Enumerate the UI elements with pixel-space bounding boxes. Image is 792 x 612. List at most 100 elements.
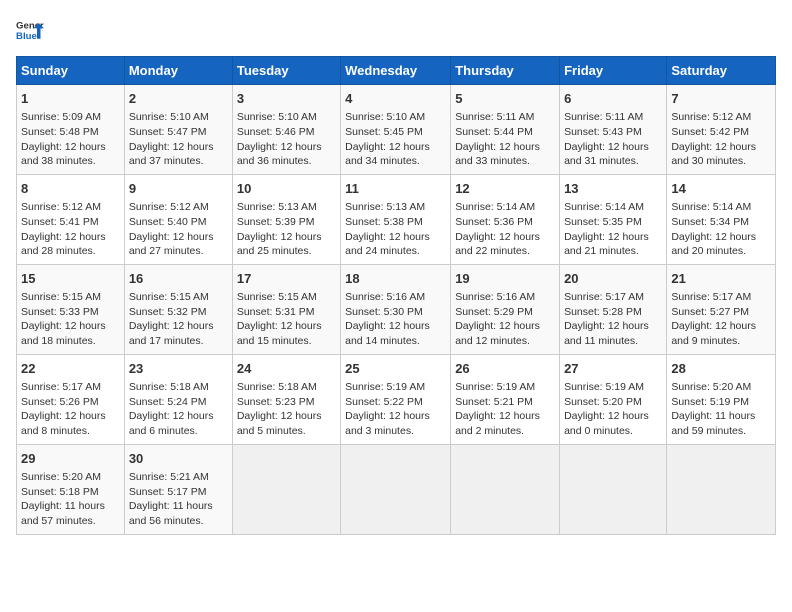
day-info: Sunrise: 5:12 AM Sunset: 5:41 PM Dayligh…	[21, 200, 120, 259]
day-number: 23	[129, 360, 228, 378]
logo: General Blue	[16, 16, 44, 44]
day-number: 10	[237, 180, 336, 198]
week-row-1: 1 Sunrise: 5:09 AM Sunset: 5:48 PM Daylig…	[17, 85, 776, 175]
weekday-header-monday: Monday	[124, 57, 232, 85]
day-info: Sunrise: 5:10 AM Sunset: 5:47 PM Dayligh…	[129, 110, 228, 169]
calendar-cell	[232, 444, 340, 534]
calendar-cell: 1 Sunrise: 5:09 AM Sunset: 5:48 PM Daylig…	[17, 85, 125, 175]
day-number: 13	[564, 180, 662, 198]
day-number: 27	[564, 360, 662, 378]
day-info: Sunrise: 5:17 AM Sunset: 5:26 PM Dayligh…	[21, 380, 120, 439]
day-info: Sunrise: 5:12 AM Sunset: 5:40 PM Dayligh…	[129, 200, 228, 259]
calendar-cell: 17 Sunrise: 5:15 AM Sunset: 5:31 PM Dayli…	[232, 264, 340, 354]
calendar-cell: 24 Sunrise: 5:18 AM Sunset: 5:23 PM Dayli…	[232, 354, 340, 444]
calendar-cell: 22 Sunrise: 5:17 AM Sunset: 5:26 PM Dayli…	[17, 354, 125, 444]
day-info: Sunrise: 5:19 AM Sunset: 5:21 PM Dayligh…	[455, 380, 555, 439]
day-number: 14	[671, 180, 771, 198]
calendar-cell: 19 Sunrise: 5:16 AM Sunset: 5:29 PM Dayli…	[451, 264, 560, 354]
day-info: Sunrise: 5:17 AM Sunset: 5:28 PM Dayligh…	[564, 290, 662, 349]
day-number: 6	[564, 90, 662, 108]
week-row-4: 22 Sunrise: 5:17 AM Sunset: 5:26 PM Dayli…	[17, 354, 776, 444]
weekday-header-tuesday: Tuesday	[232, 57, 340, 85]
week-row-5: 29Sunrise: 5:20 AM Sunset: 5:18 PM Dayli…	[17, 444, 776, 534]
calendar-cell: 20 Sunrise: 5:17 AM Sunset: 5:28 PM Dayli…	[560, 264, 667, 354]
day-info: Sunrise: 5:15 AM Sunset: 5:33 PM Dayligh…	[21, 290, 120, 349]
calendar-cell	[341, 444, 451, 534]
weekday-header-wednesday: Wednesday	[341, 57, 451, 85]
calendar-cell: 7 Sunrise: 5:12 AM Sunset: 5:42 PM Daylig…	[667, 85, 776, 175]
day-number: 28	[671, 360, 771, 378]
day-info: Sunrise: 5:12 AM Sunset: 5:42 PM Dayligh…	[671, 110, 771, 169]
day-number: 1	[21, 90, 120, 108]
day-info: Sunrise: 5:09 AM Sunset: 5:48 PM Dayligh…	[21, 110, 120, 169]
day-number: 16	[129, 270, 228, 288]
weekday-header-sunday: Sunday	[17, 57, 125, 85]
day-info: Sunrise: 5:19 AM Sunset: 5:20 PM Dayligh…	[564, 380, 662, 439]
day-info: Sunrise: 5:11 AM Sunset: 5:43 PM Dayligh…	[564, 110, 662, 169]
calendar-cell: 10 Sunrise: 5:13 AM Sunset: 5:39 PM Dayli…	[232, 174, 340, 264]
day-info: Sunrise: 5:14 AM Sunset: 5:36 PM Dayligh…	[455, 200, 555, 259]
page-header: General Blue	[16, 16, 776, 44]
calendar-cell: 9Sunrise: 5:12 AM Sunset: 5:40 PM Daylig…	[124, 174, 232, 264]
calendar-cell	[451, 444, 560, 534]
day-info: Sunrise: 5:10 AM Sunset: 5:46 PM Dayligh…	[237, 110, 336, 169]
calendar-cell: 15 Sunrise: 5:15 AM Sunset: 5:33 PM Dayli…	[17, 264, 125, 354]
calendar-cell: 23 Sunrise: 5:18 AM Sunset: 5:24 PM Dayli…	[124, 354, 232, 444]
calendar-cell: 25 Sunrise: 5:19 AM Sunset: 5:22 PM Dayli…	[341, 354, 451, 444]
calendar-table: SundayMondayTuesdayWednesdayThursdayFrid…	[16, 56, 776, 535]
day-info: Sunrise: 5:18 AM Sunset: 5:24 PM Dayligh…	[129, 380, 228, 439]
day-info: Sunrise: 5:11 AM Sunset: 5:44 PM Dayligh…	[455, 110, 555, 169]
calendar-cell: 21Sunrise: 5:17 AM Sunset: 5:27 PM Dayli…	[667, 264, 776, 354]
svg-text:Blue: Blue	[16, 31, 37, 42]
logo-icon: General Blue	[16, 16, 44, 44]
day-number: 11	[345, 180, 446, 198]
day-number: 4	[345, 90, 446, 108]
calendar-cell: 13 Sunrise: 5:14 AM Sunset: 5:35 PM Dayli…	[560, 174, 667, 264]
weekday-header-saturday: Saturday	[667, 57, 776, 85]
day-info: Sunrise: 5:16 AM Sunset: 5:29 PM Dayligh…	[455, 290, 555, 349]
day-number: 15	[21, 270, 120, 288]
day-number: 22	[21, 360, 120, 378]
day-number: 8	[21, 180, 120, 198]
day-number: 30	[129, 450, 228, 468]
day-info: Sunrise: 5:13 AM Sunset: 5:39 PM Dayligh…	[237, 200, 336, 259]
calendar-cell: 30 Sunrise: 5:21 AM Sunset: 5:17 PM Dayli…	[124, 444, 232, 534]
day-number: 17	[237, 270, 336, 288]
day-number: 20	[564, 270, 662, 288]
day-number: 29	[21, 450, 120, 468]
day-number: 3	[237, 90, 336, 108]
calendar-cell: 14Sunrise: 5:14 AM Sunset: 5:34 PM Dayli…	[667, 174, 776, 264]
day-info: Sunrise: 5:20 AM Sunset: 5:19 PM Dayligh…	[671, 380, 771, 439]
day-info: Sunrise: 5:16 AM Sunset: 5:30 PM Dayligh…	[345, 290, 446, 349]
weekday-header-thursday: Thursday	[451, 57, 560, 85]
week-row-2: 8 Sunrise: 5:12 AM Sunset: 5:41 PM Daylig…	[17, 174, 776, 264]
calendar-cell: 12 Sunrise: 5:14 AM Sunset: 5:36 PM Dayli…	[451, 174, 560, 264]
day-info: Sunrise: 5:10 AM Sunset: 5:45 PM Dayligh…	[345, 110, 446, 169]
calendar-cell: 4 Sunrise: 5:10 AM Sunset: 5:45 PM Daylig…	[341, 85, 451, 175]
day-info: Sunrise: 5:19 AM Sunset: 5:22 PM Dayligh…	[345, 380, 446, 439]
day-info: Sunrise: 5:15 AM Sunset: 5:31 PM Dayligh…	[237, 290, 336, 349]
calendar-cell: 2Sunrise: 5:10 AM Sunset: 5:47 PM Daylig…	[124, 85, 232, 175]
calendar-cell: 18Sunrise: 5:16 AM Sunset: 5:30 PM Dayli…	[341, 264, 451, 354]
calendar-cell: 28 Sunrise: 5:20 AM Sunset: 5:19 PM Dayli…	[667, 354, 776, 444]
calendar-cell: 5Sunrise: 5:11 AM Sunset: 5:44 PM Daylig…	[451, 85, 560, 175]
calendar-cell: 29Sunrise: 5:20 AM Sunset: 5:18 PM Dayli…	[17, 444, 125, 534]
day-info: Sunrise: 5:14 AM Sunset: 5:35 PM Dayligh…	[564, 200, 662, 259]
calendar-cell: 26 Sunrise: 5:19 AM Sunset: 5:21 PM Dayli…	[451, 354, 560, 444]
calendar-cell: 6 Sunrise: 5:11 AM Sunset: 5:43 PM Daylig…	[560, 85, 667, 175]
weekday-header-row: SundayMondayTuesdayWednesdayThursdayFrid…	[17, 57, 776, 85]
calendar-cell: 16 Sunrise: 5:15 AM Sunset: 5:32 PM Dayli…	[124, 264, 232, 354]
day-number: 24	[237, 360, 336, 378]
day-number: 25	[345, 360, 446, 378]
calendar-cell: 27 Sunrise: 5:19 AM Sunset: 5:20 PM Dayli…	[560, 354, 667, 444]
weekday-header-friday: Friday	[560, 57, 667, 85]
day-info: Sunrise: 5:18 AM Sunset: 5:23 PM Dayligh…	[237, 380, 336, 439]
day-info: Sunrise: 5:15 AM Sunset: 5:32 PM Dayligh…	[129, 290, 228, 349]
calendar-cell	[560, 444, 667, 534]
day-number: 26	[455, 360, 555, 378]
day-info: Sunrise: 5:21 AM Sunset: 5:17 PM Dayligh…	[129, 470, 228, 529]
day-number: 19	[455, 270, 555, 288]
day-number: 7	[671, 90, 771, 108]
day-number: 12	[455, 180, 555, 198]
day-info: Sunrise: 5:13 AM Sunset: 5:38 PM Dayligh…	[345, 200, 446, 259]
